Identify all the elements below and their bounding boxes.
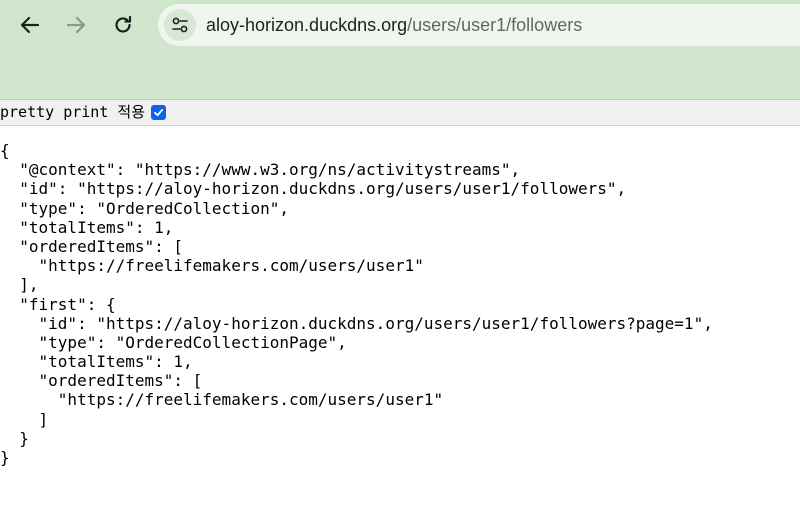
- url-path: /users/user1/followers: [407, 15, 583, 35]
- pretty-print-label: pretty print 적용: [0, 103, 146, 121]
- json-line: "orderedItems": [: [0, 371, 203, 391]
- forward-button[interactable]: [59, 8, 93, 42]
- url-text[interactable]: aloy-horizon.duckdns.org/users/user1/fol…: [206, 13, 582, 37]
- json-line: "https://freelifemakers.com/users/user1": [0, 390, 444, 410]
- back-button[interactable]: [13, 8, 47, 42]
- url-host: aloy-horizon.duckdns.org: [206, 15, 408, 35]
- checkmark-icon: [154, 108, 164, 117]
- json-line: "@context": "https://www.w3.org/ns/activ…: [0, 160, 521, 180]
- pretty-print-checkbox[interactable]: [151, 105, 167, 120]
- arrow-right-icon: [66, 16, 86, 34]
- json-line: {: [0, 141, 10, 160]
- json-line: ],: [0, 275, 39, 295]
- site-info-button[interactable]: [164, 9, 196, 41]
- tune-icon: [172, 17, 188, 33]
- json-line: "https://freelifemakers.com/users/user1": [0, 256, 424, 276]
- json-line: "totalItems": 1,: [0, 217, 174, 237]
- arrow-left-icon: [20, 16, 40, 34]
- reload-icon: [115, 15, 132, 33]
- json-content: { "@context": "https://www.w3.org/ns/act…: [0, 141, 713, 467]
- json-line: "type": "OrderedCollection",: [0, 198, 289, 218]
- json-line: "id": "https://aloy-horizon.duckdns.org/…: [0, 313, 713, 333]
- json-line: "orderedItems": [: [0, 236, 184, 256]
- browser-toolbar: aloy-horizon.duckdns.org/users/user1/fol…: [0, 0, 800, 100]
- json-line: "totalItems": 1,: [0, 352, 193, 372]
- json-line: }: [0, 428, 29, 448]
- address-bar[interactable]: aloy-horizon.duckdns.org/users/user1/fol…: [158, 4, 800, 46]
- json-line: }: [0, 448, 10, 467]
- json-line: "first": {: [0, 294, 116, 314]
- reload-button[interactable]: [106, 8, 140, 42]
- json-line: ]: [0, 409, 49, 429]
- json-line: "id": "https://aloy-horizon.duckdns.org/…: [0, 179, 627, 199]
- json-line: "type": "OrderedCollectionPage",: [0, 332, 347, 352]
- pretty-print-bar: pretty print 적용: [0, 100, 800, 126]
